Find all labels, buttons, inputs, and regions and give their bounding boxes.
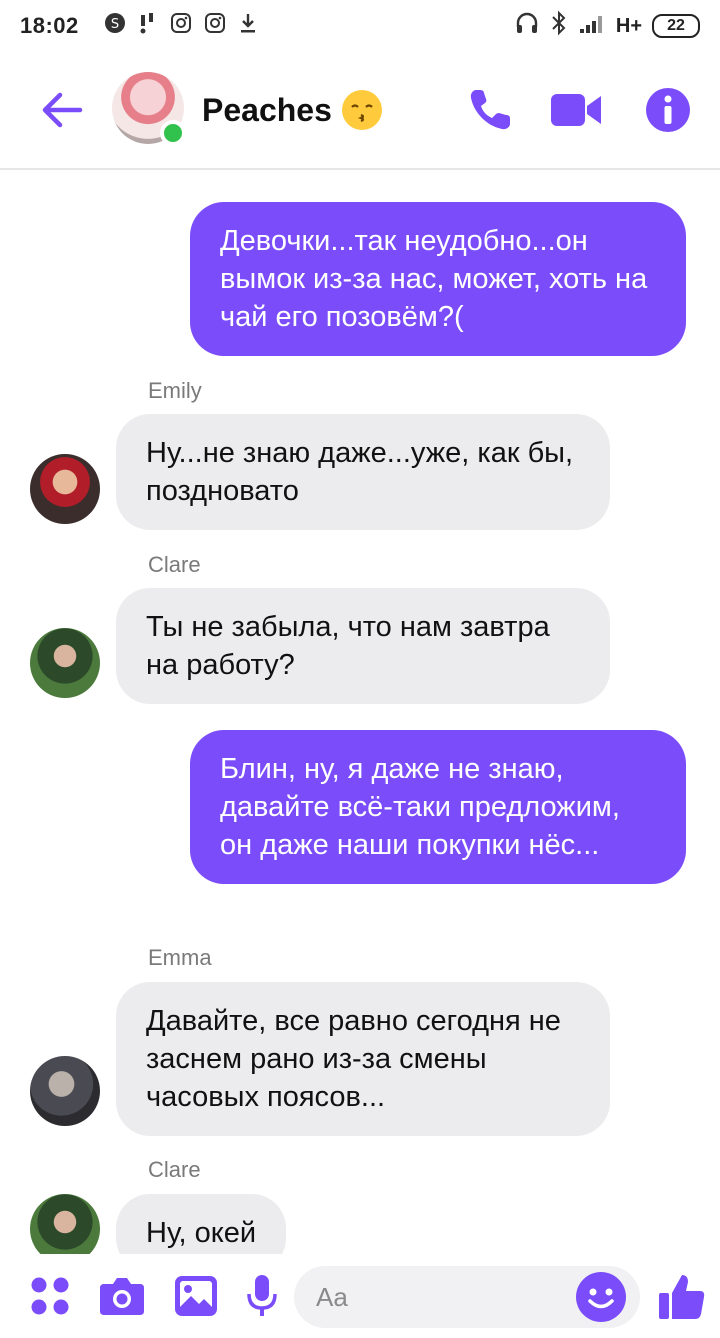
- sender-avatar-clare[interactable]: [30, 628, 100, 698]
- signal-icon: [578, 11, 606, 41]
- composer-bar: Aa: [0, 1254, 720, 1338]
- emoji-button[interactable]: [576, 1272, 626, 1322]
- sender-avatar-clare[interactable]: [30, 1194, 100, 1254]
- voice-call-button[interactable]: [464, 84, 516, 136]
- like-button[interactable]: [656, 1272, 708, 1320]
- message-incoming[interactable]: Давайте, все равно сегодня не заснем ран…: [116, 982, 610, 1136]
- message-text: Ну...не знаю даже...уже, как бы, позднов…: [146, 437, 574, 507]
- back-arrow-icon: [42, 92, 83, 128]
- battery-indicator: 22: [652, 14, 700, 38]
- bluetooth-icon: [550, 10, 568, 42]
- message-text: Блин, ну, я даже не знаю, давайте всё-та…: [220, 753, 620, 861]
- message-text: Давайте, все равно сегодня не заснем ран…: [146, 1005, 561, 1113]
- online-status-dot: [160, 120, 186, 146]
- headphones-icon: [514, 11, 540, 41]
- svg-text:S: S: [111, 17, 119, 32]
- contact-avatar[interactable]: [112, 72, 186, 146]
- info-icon: [646, 88, 690, 132]
- alert-icon: [137, 11, 159, 41]
- message-list[interactable]: Девочки...так неудобно...он вымок из-за …: [0, 172, 720, 1254]
- message-incoming[interactable]: Ну...не знаю даже...уже, как бы, позднов…: [116, 414, 610, 530]
- microphone-icon: [247, 1275, 277, 1316]
- back-button[interactable]: [40, 88, 84, 132]
- message-input[interactable]: Aa: [294, 1266, 640, 1328]
- message-text: Девочки...так неудобно...он вымок из-за …: [220, 225, 648, 333]
- thumbs-up-icon: [659, 1275, 705, 1319]
- battery-level: 22: [667, 17, 685, 34]
- kissing-face-emoji: [341, 90, 382, 130]
- app-notification-icon: S: [103, 11, 127, 41]
- emoji-icon: [577, 1273, 625, 1321]
- gallery-icon: [175, 1276, 217, 1316]
- conversation-title[interactable]: Peaches: [202, 90, 382, 130]
- conversation-header: Peaches: [0, 52, 720, 170]
- apps-icon: [31, 1277, 69, 1315]
- sender-avatar-emma[interactable]: [30, 1056, 100, 1126]
- sender-name: Clare: [148, 1157, 201, 1182]
- message-incoming[interactable]: Ну, окей: [116, 1194, 287, 1254]
- sender-name: Emma: [148, 945, 212, 970]
- status-bar: 18:02 S H+ 22: [0, 0, 720, 52]
- instagram-icon: [169, 11, 193, 41]
- video-call-button[interactable]: [548, 84, 604, 136]
- message-text: Ты не забыла, что нам завтра на работу?: [146, 611, 550, 681]
- message-input-placeholder: Aa: [316, 1281, 348, 1312]
- network-type: H+: [615, 14, 642, 37]
- sender-name: Emily: [148, 378, 202, 403]
- sender-name: Clare: [148, 552, 201, 577]
- message-outgoing[interactable]: Девочки...так неудобно...он вымок из-за …: [190, 202, 686, 356]
- camera-icon: [100, 1278, 144, 1315]
- status-time: 18:02: [20, 13, 79, 38]
- video-icon: [551, 94, 601, 126]
- sender-avatar-emily[interactable]: [30, 454, 100, 524]
- voice-message-button[interactable]: [238, 1272, 286, 1320]
- download-icon: [237, 11, 259, 41]
- contact-name: Peaches: [202, 91, 332, 128]
- message-outgoing[interactable]: Блин, ну, я даже не знаю, давайте всё-та…: [190, 730, 686, 884]
- message-incoming[interactable]: Ты не забыла, что нам завтра на работу?: [116, 588, 610, 704]
- phone-icon: [470, 90, 510, 130]
- apps-button[interactable]: [26, 1272, 74, 1320]
- message-text: Ну, окей: [146, 1217, 257, 1249]
- camera-button[interactable]: [98, 1272, 146, 1320]
- conversation-info-button[interactable]: [642, 84, 694, 136]
- gallery-button[interactable]: [172, 1272, 220, 1320]
- notification-icons: S: [103, 11, 259, 41]
- instagram-icon: [203, 11, 227, 41]
